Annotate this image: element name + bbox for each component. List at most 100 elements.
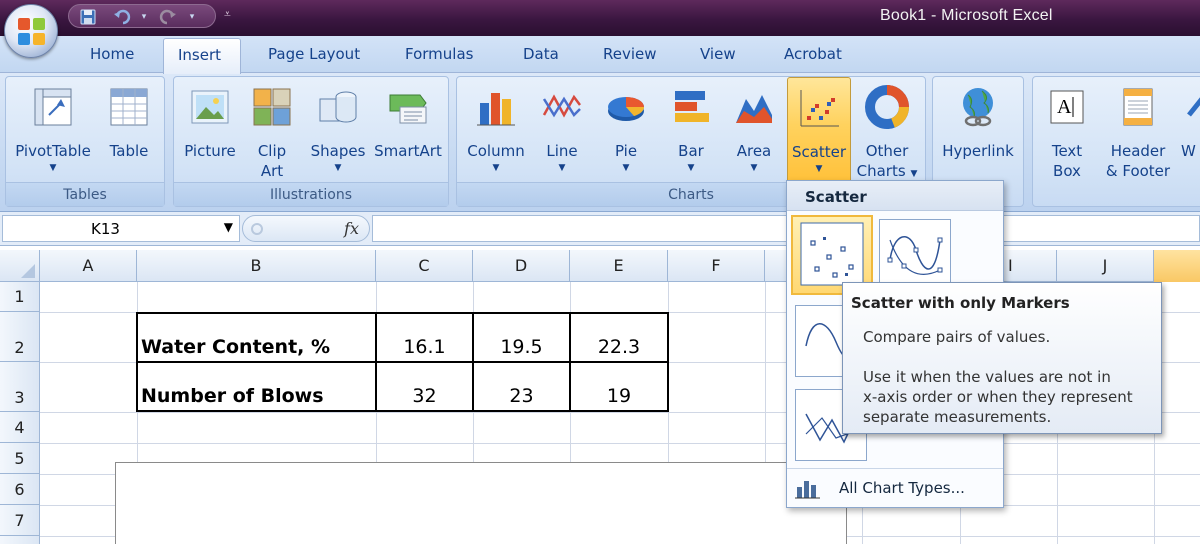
name-box-value: K13 [91, 220, 120, 238]
cell-e3[interactable]: 19 [570, 385, 668, 407]
row-header-1[interactable]: 1 [0, 282, 40, 312]
group-label-illustrations: Illustrations [174, 182, 448, 206]
row-header-6[interactable]: 6 [0, 474, 40, 505]
tooltip-text: Use it when the values are not in [863, 368, 1111, 386]
select-all-icon [21, 264, 35, 278]
table-border [137, 410, 669, 412]
tab-review[interactable]: Review [603, 45, 657, 63]
all-chart-types-item[interactable]: All Chart Types... [795, 477, 995, 501]
dropdown-header-label: Scatter [805, 188, 867, 206]
resize-handle-icon[interactable] [251, 223, 263, 235]
dropdown-arrow-icon: ▼ [622, 163, 630, 173]
dropdown-arrow-icon: ▼ [687, 163, 695, 173]
column-header-f[interactable]: F [668, 250, 765, 282]
picture-icon [191, 90, 229, 124]
office-logo-icon [18, 18, 46, 46]
redo-icon[interactable] [159, 8, 177, 26]
column-header-e[interactable]: E [570, 250, 668, 282]
tab-insert[interactable]: Insert [163, 38, 241, 74]
bar-chart-icon [675, 91, 709, 122]
tab-home[interactable]: Home [90, 45, 134, 63]
group-label-tables: Tables [6, 182, 164, 206]
row-header-8[interactable] [0, 536, 40, 544]
clip-art-button[interactable]: Clip Art [244, 77, 300, 183]
column-header-a[interactable]: A [40, 250, 137, 282]
text-box-button[interactable]: A Text Box [1037, 77, 1097, 183]
tooltip-text: Compare pairs of values. [863, 328, 1051, 346]
column-header-j[interactable]: J [1057, 250, 1154, 282]
tooltip-title: Scatter with only Markers [851, 294, 1070, 312]
row-header-3[interactable]: 3 [0, 362, 40, 412]
other-charts-button[interactable]: Other Charts ▼ [855, 77, 919, 183]
insert-function-button[interactable]: fx [344, 219, 359, 238]
tooltip-text: x-axis order or when they represent [863, 388, 1133, 406]
tab-acrobat[interactable]: Acrobat [784, 45, 842, 63]
column-chart-icon [477, 93, 515, 126]
tab-page-layout[interactable]: Page Layout [268, 45, 360, 63]
bar-chart-button[interactable]: Bar ▼ [659, 77, 723, 183]
picture-button[interactable]: Picture [178, 77, 242, 183]
tooltip: Scatter with only Markers Compare pairs … [842, 282, 1162, 434]
wordart-button[interactable]: W [1177, 77, 1200, 183]
row-header-7[interactable]: 7 [0, 505, 40, 536]
smartart-button[interactable]: SmartArt [372, 77, 444, 183]
cell-e2[interactable]: 22.3 [570, 336, 668, 358]
cell-b3[interactable]: Number of Blows [141, 385, 324, 407]
table-border [137, 312, 669, 314]
tab-formulas[interactable]: Formulas [405, 45, 473, 63]
header-footer-button[interactable]: Header & Footer [1105, 77, 1171, 183]
cell-d3[interactable]: 23 [473, 385, 570, 407]
select-all-button[interactable] [0, 250, 40, 282]
dropdown-separator [787, 468, 1003, 469]
line-chart-button[interactable]: Line ▼ [533, 77, 591, 183]
table-border [136, 312, 138, 412]
column-header-b[interactable]: B [137, 250, 376, 282]
row-header-2[interactable]: 2 [0, 312, 40, 362]
group-tables: PivotTable ▼ Table Tables [5, 76, 165, 207]
title-bar: ▾ ▾ ⩡ Book1 - Microsoft Excel [0, 0, 1200, 36]
scatter-smooth-markers-option[interactable] [879, 219, 951, 291]
formula-controls: fx [242, 215, 370, 242]
formula-bar: K13 ▼ fx [0, 212, 1200, 246]
save-icon[interactable] [79, 8, 97, 26]
scatter-chart-button[interactable]: Scatter ▼ [787, 77, 851, 183]
area-chart-button[interactable]: Area ▼ [723, 77, 785, 183]
column-header-d[interactable]: D [473, 250, 570, 282]
cell-b2[interactable]: Water Content, % [141, 336, 330, 358]
undo-dropdown-icon[interactable]: ▾ [135, 8, 153, 26]
group-text: A Text Box Header & Footer W [1032, 76, 1200, 207]
redo-dropdown-icon[interactable]: ▾ [183, 8, 201, 26]
globe-icon [963, 88, 993, 127]
tab-data[interactable]: Data [523, 45, 559, 63]
column-chart-button[interactable]: Column ▼ [461, 77, 531, 183]
name-box-dropdown-icon[interactable]: ▼ [224, 220, 233, 234]
column-header-c[interactable]: C [376, 250, 473, 282]
cell-c2[interactable]: 16.1 [376, 336, 473, 358]
tab-view[interactable]: View [700, 45, 736, 63]
hyperlink-button[interactable]: Hyperlink [935, 77, 1021, 183]
dropdown-header: Scatter [787, 181, 1003, 211]
doughnut-chart-icon [865, 85, 909, 129]
cell-c3[interactable]: 32 [376, 385, 473, 407]
undo-icon[interactable] [113, 8, 131, 26]
cell-d2[interactable]: 19.5 [473, 336, 570, 358]
table-button[interactable]: Table [98, 77, 160, 183]
shapes-button[interactable]: Shapes ▼ [306, 77, 370, 183]
row-header-5[interactable]: 5 [0, 443, 40, 474]
area-chart-icon [736, 95, 772, 123]
pivottable-button[interactable]: PivotTable ▼ [12, 77, 94, 183]
all-chart-types-label: All Chart Types... [839, 479, 965, 497]
column-header-k[interactable] [1154, 250, 1200, 282]
all-chart-types-icon [795, 481, 820, 499]
pivottable-icon [34, 88, 72, 126]
dropdown-arrow-icon: ▼ [492, 163, 500, 173]
smartart-icon [389, 94, 427, 124]
customize-qat-icon[interactable]: ⩡ [224, 7, 231, 22]
name-box[interactable]: K13 ▼ [2, 215, 240, 242]
ribbon: PivotTable ▼ Table Tables Picture Clip Ar… [0, 72, 1200, 212]
pie-chart-button[interactable]: Pie ▼ [595, 77, 657, 183]
chart-area[interactable] [115, 462, 847, 544]
office-button[interactable] [4, 4, 58, 58]
header-footer-icon [1123, 88, 1153, 126]
row-header-4[interactable]: 4 [0, 412, 40, 443]
